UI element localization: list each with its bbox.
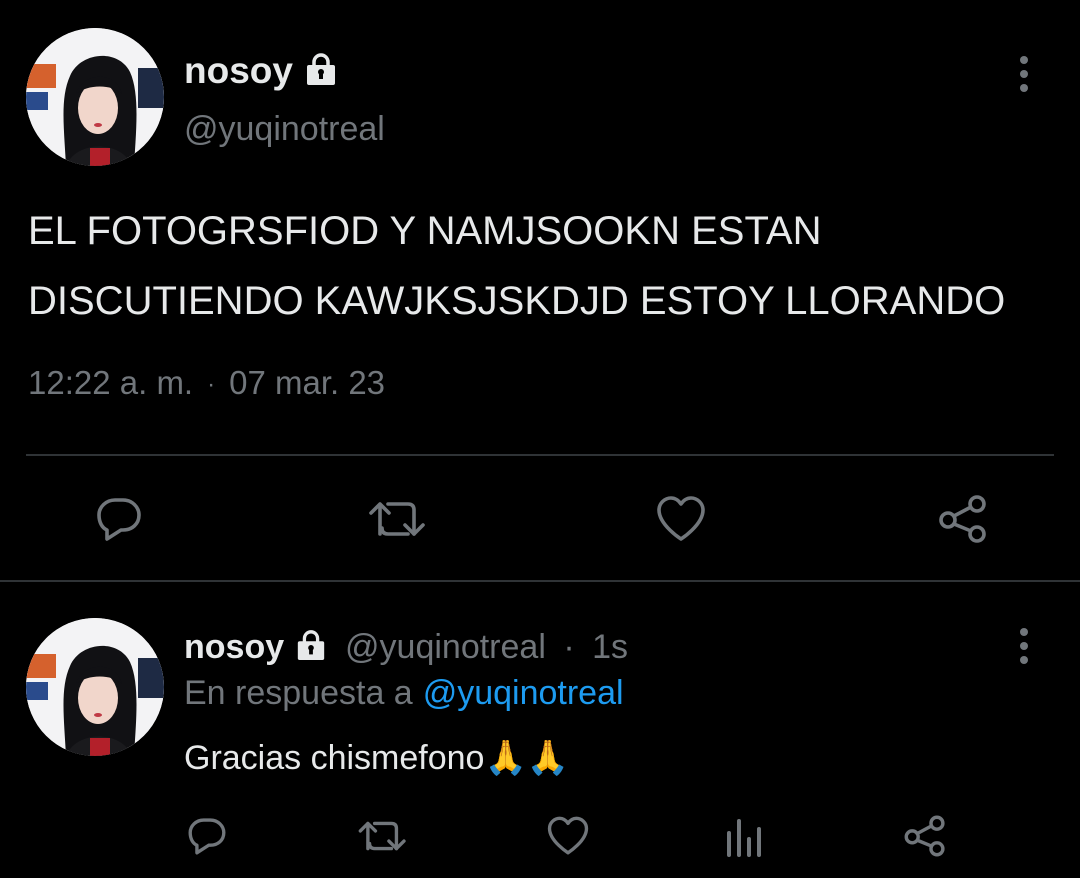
retweet-icon[interactable]: [356, 815, 410, 857]
tweet-text-line: DISCUTIENDO KAWJKSJSKDJD ESTOY LLORANDO: [28, 279, 1006, 323]
more-options-icon[interactable]: [1016, 626, 1032, 666]
avatar[interactable]: [26, 618, 164, 756]
handle[interactable]: @yuqinotreal: [184, 110, 385, 149]
avatar[interactable]: [26, 28, 164, 166]
display-name-text[interactable]: nosoy: [184, 50, 293, 91]
tweet-timestamp[interactable]: 12:22 a. m. · 07 mar. 23: [28, 364, 385, 402]
share-icon[interactable]: [902, 813, 948, 859]
folded-hands-emoji: 🙏🙏: [484, 739, 570, 777]
reply-mention-link[interactable]: @yuqinotreal: [423, 674, 624, 712]
like-icon[interactable]: [545, 815, 591, 857]
divider: [26, 454, 1054, 456]
meta-separator: ·: [563, 628, 575, 666]
tweet-text-line: EL FOTOGRSFIOD Y NAMJSOOKN ESTAN: [28, 209, 822, 253]
reply-icon[interactable]: [94, 494, 144, 544]
meta-separator: ·: [207, 371, 216, 399]
tweet-text-line: Gracias chismefono: [184, 739, 485, 777]
like-icon[interactable]: [654, 494, 708, 544]
tweet-text: Gracias chismefono🙏🙏: [184, 738, 569, 778]
reply-icon[interactable]: [186, 815, 228, 857]
lock-icon: [303, 52, 339, 95]
reply-header[interactable]: nosoy @yuqinotreal · 1s: [184, 628, 628, 670]
display-name-text[interactable]: nosoy: [184, 628, 284, 666]
share-icon[interactable]: [936, 492, 990, 546]
handle[interactable]: @yuqinotreal: [345, 628, 546, 666]
tweet-age: 1s: [592, 628, 629, 666]
analytics-icon[interactable]: [724, 815, 764, 857]
retweet-icon[interactable]: [366, 494, 430, 544]
display-name[interactable]: nosoy: [184, 50, 339, 95]
more-options-icon[interactable]: [1016, 54, 1032, 94]
reply-context: En respuesta a @yuqinotreal: [184, 674, 624, 713]
tweet-date: 07 mar. 23: [229, 364, 386, 401]
tweet-text: EL FOTOGRSFIOD Y NAMJSOOKN ESTAN DISCUTI…: [28, 196, 1068, 336]
divider: [0, 580, 1080, 582]
tweet-time: 12:22 a. m.: [28, 364, 194, 401]
reply-prefix: En respuesta a: [184, 674, 413, 712]
lock-icon: [294, 629, 328, 670]
